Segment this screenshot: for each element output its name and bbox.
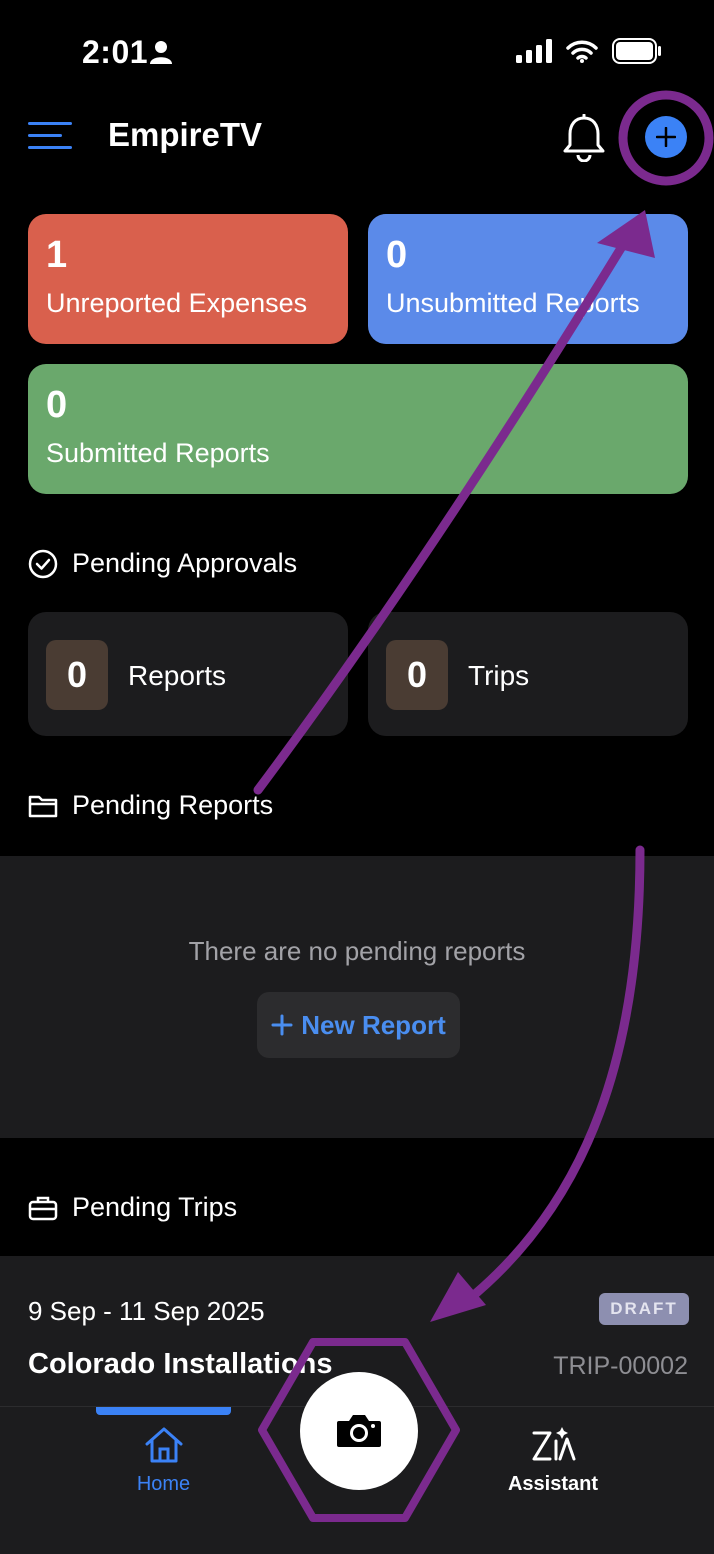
stat-label: Unreported Expenses — [46, 288, 308, 318]
tab-assistant[interactable]: Assistant — [493, 1421, 613, 1521]
pending-trips-heading: Pending Trips — [28, 1192, 237, 1223]
app-title: EmpireTV — [108, 116, 263, 153]
approval-label: Reports — [128, 660, 227, 691]
briefcase-icon — [28, 1196, 58, 1220]
active-tab-indicator — [96, 1407, 231, 1415]
folder-icon — [28, 795, 58, 817]
stat-count: 1 — [46, 234, 68, 276]
approval-trips-card[interactable]: 0 Trips — [368, 612, 688, 736]
app-header: EmpireTV — [0, 100, 714, 180]
trip-dates: 9 Sep - 11 Sep 2025 — [28, 1296, 265, 1326]
approval-count: 0 — [386, 640, 448, 710]
assistant-icon — [532, 1427, 576, 1461]
home-icon — [145, 1427, 182, 1463]
section-title-text: Pending Trips — [72, 1192, 238, 1222]
new-report-label: New Report — [301, 1009, 446, 1040]
new-report-button[interactable]: New Report — [257, 992, 460, 1058]
tab-home[interactable]: Home — [96, 1421, 231, 1521]
stat-count: 0 — [386, 234, 408, 276]
notification-bell-icon[interactable] — [562, 114, 606, 162]
pending-reports-panel: There are no pending reports New Report — [0, 856, 714, 1138]
unreported-expenses-card[interactable]: 1 Unreported Expenses — [28, 214, 348, 344]
pending-approvals-heading: Pending Approvals — [28, 548, 297, 579]
pending-reports-heading: Pending Reports — [28, 790, 273, 821]
battery-icon — [612, 38, 661, 64]
wifi-icon — [566, 40, 598, 63]
signal-icon — [516, 39, 552, 63]
section-title-text: Pending Reports — [72, 790, 274, 820]
status-badge: DRAFT — [599, 1293, 689, 1325]
hamburger-menu-icon[interactable] — [28, 120, 72, 152]
status-icons — [516, 38, 662, 64]
stat-count: 0 — [46, 384, 68, 426]
unsubmitted-reports-card[interactable]: 0 Unsubmitted Reports — [368, 214, 688, 344]
approval-label: Trips — [468, 660, 530, 691]
approval-reports-card[interactable]: 0 Reports — [28, 612, 348, 736]
trip-id: TRIP-00002 — [553, 1352, 688, 1380]
plus-icon — [271, 1014, 293, 1036]
section-title-text: Pending Approvals — [72, 548, 298, 578]
camera-icon — [337, 1415, 381, 1447]
status-bar: 2:01 — [0, 0, 714, 100]
tab-label: Home — [136, 1473, 191, 1495]
check-circle-icon — [28, 549, 58, 578]
plus-icon — [656, 127, 676, 147]
person-icon — [150, 41, 172, 64]
submitted-reports-card[interactable]: 0 Submitted Reports — [28, 364, 688, 494]
empty-state-text: There are no pending reports — [188, 936, 526, 966]
trip-name: Colorado Installations — [28, 1348, 333, 1380]
stat-label: Unsubmitted Reports — [386, 288, 640, 318]
add-button[interactable] — [645, 116, 687, 158]
camera-button[interactable] — [300, 1372, 418, 1490]
tab-label: Assistant — [507, 1473, 599, 1495]
stat-label: Submitted Reports — [46, 438, 270, 468]
status-time: 2:01 — [82, 34, 149, 70]
approval-count: 0 — [46, 640, 108, 710]
